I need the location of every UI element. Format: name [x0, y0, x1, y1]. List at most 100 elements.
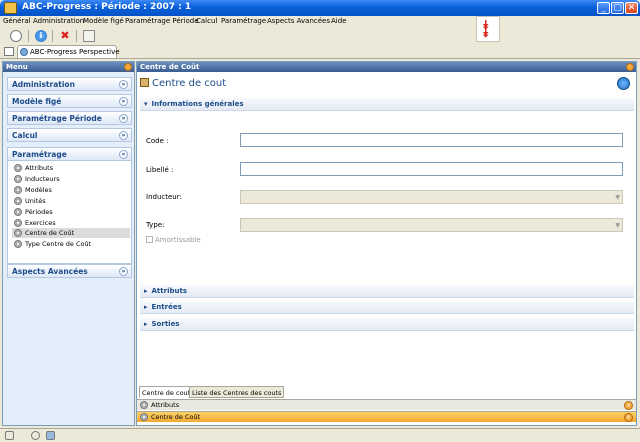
libelle-field[interactable]	[240, 162, 623, 176]
chevron-down-icon[interactable]: »	[119, 97, 128, 106]
menu-panel-title: Menu	[6, 63, 28, 71]
minimize-all-button[interactable]: ⯯ ⯯	[476, 16, 500, 42]
toolbar-separator	[28, 30, 29, 42]
group-aspects-avancees[interactable]: Aspects Avancées »	[7, 264, 132, 278]
gear-icon	[140, 413, 148, 421]
menu-calcul[interactable]: Calcul	[196, 17, 217, 25]
amortissable-checkbox[interactable]: Amortissable	[146, 236, 201, 244]
item-label: Type Centre de Coût	[25, 240, 92, 248]
inducteur-label: Inducteur:	[146, 193, 182, 201]
section-label: Entrées	[151, 303, 182, 311]
monitor-icon[interactable]	[46, 431, 55, 440]
delete-icon[interactable]: ✖	[59, 30, 71, 42]
close-window-button[interactable]: ✕	[625, 2, 638, 14]
maximize-button[interactable]: ▢	[611, 2, 624, 14]
chevron-down-icon[interactable]: »	[119, 131, 128, 140]
checkbox-box	[146, 236, 153, 243]
item-label: Exercices	[25, 219, 56, 227]
search-icon[interactable]	[10, 30, 22, 42]
code-label: Code :	[146, 137, 169, 145]
sidebar-item-centre-de-cout[interactable]: Centre de Coût	[12, 228, 130, 238]
double-chevron-down-icon: ⯯ ⯯	[482, 18, 490, 40]
section-attributs[interactable]: ▸ Attributs	[140, 285, 634, 298]
checkbox-label: Amortissable	[155, 236, 201, 244]
perspective-tab[interactable]: ABC-Progress Perspective	[17, 45, 120, 58]
section-informations-generales[interactable]: ▾ Informations générales	[140, 98, 634, 111]
progress-icon[interactable]	[31, 431, 40, 440]
group-calcul[interactable]: Calcul »	[7, 128, 132, 142]
inducteur-select[interactable]: ▼	[240, 190, 623, 204]
help-icon[interactable]	[617, 77, 630, 90]
menu-aide[interactable]: Aide	[331, 17, 346, 25]
menu-administration[interactable]: Administration	[33, 17, 84, 25]
gear-icon	[14, 229, 22, 237]
sidebar-item-inducteurs[interactable]: Inducteurs	[12, 174, 130, 184]
group-parametrage-periode[interactable]: Paramétrage Période »	[7, 111, 132, 125]
section-entrees[interactable]: ▸ Entrées	[140, 301, 634, 314]
item-label: Unités	[25, 197, 46, 205]
cost-center-icon	[140, 78, 149, 87]
item-label: Centre de Coût	[25, 229, 75, 237]
dropdown-arrow-icon: ▼	[615, 222, 620, 229]
section-label: Sorties	[151, 320, 180, 328]
info-icon[interactable]: i	[35, 30, 47, 42]
gear-icon	[14, 186, 22, 194]
panel-minimize-icon[interactable]	[124, 63, 132, 71]
section-sorties[interactable]: ▸ Sorties	[140, 318, 634, 331]
editor-panel-header: Centre de Coût	[137, 62, 636, 72]
sidebar-item-modeles[interactable]: Modèles	[12, 185, 130, 195]
chevron-down-icon[interactable]: »	[119, 267, 128, 276]
menu-panel: Menu Administration » Modèle figé » Paramé…	[2, 61, 135, 426]
gear-icon	[140, 401, 148, 409]
group-label: Paramétrage	[12, 150, 67, 159]
group-modele-fige[interactable]: Modèle figé »	[7, 94, 132, 108]
status-bar	[0, 428, 640, 442]
close-icon[interactable]: ×	[624, 401, 633, 410]
panel-minimize-icon[interactable]	[626, 63, 634, 71]
caret-right-icon: ▸	[144, 303, 148, 311]
editor-panel-title: Centre de Coût	[140, 63, 200, 71]
gear-icon	[14, 197, 22, 205]
tab-liste-des-centres[interactable]: Liste des Centres des couts	[189, 386, 285, 398]
page-title: Centre de cout	[140, 78, 226, 89]
item-label: Inducteurs	[25, 175, 60, 183]
type-label: Type:	[146, 221, 165, 229]
group-parametrage[interactable]: Paramétrage «	[7, 147, 132, 161]
menu-general[interactable]: Général	[3, 17, 31, 25]
sidebar-item-periodes[interactable]: Périodes	[12, 207, 130, 217]
chevron-down-icon[interactable]: »	[119, 114, 128, 123]
item-label: Périodes	[25, 208, 53, 216]
toolbar: i ✖	[0, 28, 640, 44]
chevron-down-icon[interactable]: »	[119, 80, 128, 89]
close-icon[interactable]: ×	[624, 413, 633, 422]
menu-parametrage[interactable]: Paramétrage	[221, 17, 266, 25]
type-select[interactable]: ▼	[240, 218, 623, 232]
window-titlebar: ABC-Progress : Période : 2007 : 1 _ ▢ ✕	[0, 0, 640, 16]
code-field[interactable]	[240, 133, 623, 147]
minimize-button[interactable]: _	[597, 2, 610, 14]
document-icon[interactable]	[83, 30, 95, 42]
fast-view-icon[interactable]	[5, 431, 14, 440]
toolbar-separator	[76, 30, 77, 42]
menu-aspects-avancees[interactable]: Aspects Avancées	[267, 17, 330, 25]
bottom-bar-attributs[interactable]: Attributs ×	[137, 399, 636, 410]
tab-centre-de-cout[interactable]: Centre de cout	[139, 386, 194, 398]
sidebar-item-attributs[interactable]: Attributs	[12, 163, 130, 173]
open-perspective-icon[interactable]	[4, 47, 14, 56]
bottom-bar-label: Attributs	[151, 401, 180, 409]
sidebar-item-exercices[interactable]: Exercices	[12, 218, 130, 228]
menu-modele-fige[interactable]: Modèle figé	[83, 17, 124, 25]
group-label: Paramétrage Période	[12, 114, 102, 123]
sidebar-item-type-centre-de-cout[interactable]: Type Centre de Coût	[12, 239, 130, 249]
group-administration[interactable]: Administration »	[7, 77, 132, 91]
parametrage-items: Attributs Inducteurs Modèles Unités Péri…	[7, 161, 132, 264]
group-label: Aspects Avancées	[12, 267, 88, 276]
menu-panel-header: Menu	[3, 62, 134, 72]
sidebar-item-unites[interactable]: Unités	[12, 196, 130, 206]
toolbar-separator	[52, 30, 53, 42]
item-label: Modèles	[25, 186, 52, 194]
perspective-icon	[20, 48, 28, 56]
chevron-up-icon[interactable]: «	[119, 150, 128, 159]
bottom-bar-centre-de-cout[interactable]: Centre de Coût ×	[137, 411, 636, 422]
menu-parametrage-periode[interactable]: Paramétrage Période	[125, 17, 199, 25]
